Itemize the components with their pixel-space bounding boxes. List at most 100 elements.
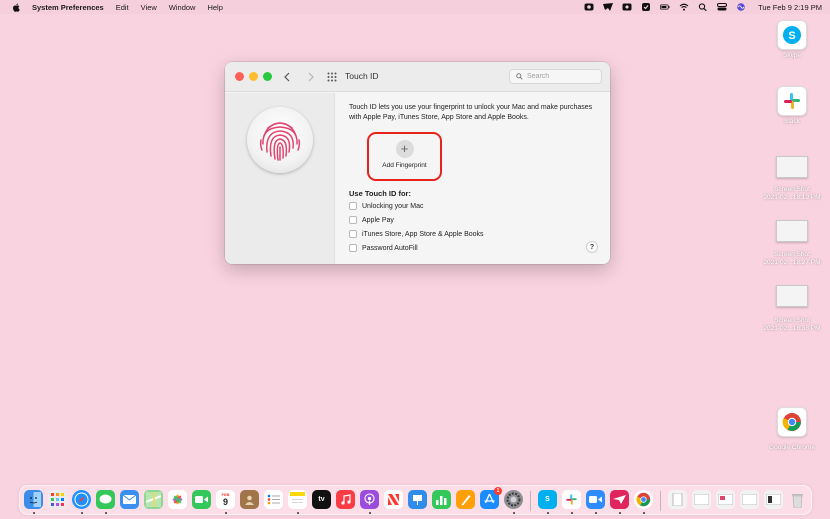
option-unlocking-mac[interactable]: Unlocking your Mac bbox=[349, 202, 423, 210]
downloads-stack-icon[interactable] bbox=[668, 490, 687, 509]
safari-icon[interactable] bbox=[72, 490, 91, 509]
vpn-shield-icon[interactable] bbox=[603, 3, 614, 11]
pages-icon[interactable] bbox=[456, 490, 475, 509]
news-icon[interactable] bbox=[384, 490, 403, 509]
screenshot-thumbnail bbox=[776, 220, 808, 242]
control-center-icon[interactable] bbox=[717, 3, 728, 11]
slack-app-icon bbox=[777, 86, 807, 116]
messages-icon[interactable] bbox=[96, 490, 115, 509]
apple-menu-icon[interactable] bbox=[12, 2, 20, 12]
maps-icon[interactable] bbox=[144, 490, 163, 509]
facetime-icon[interactable] bbox=[192, 490, 211, 509]
unlocking-mac-checkbox[interactable] bbox=[349, 202, 357, 210]
help-button[interactable]: ? bbox=[586, 241, 598, 253]
menu-clock[interactable]: Tue Feb 9 2:19 PM bbox=[758, 3, 822, 12]
menu-edit[interactable]: Edit bbox=[116, 3, 129, 12]
minimize-window-button[interactable] bbox=[249, 72, 258, 81]
launchpad-icon[interactable] bbox=[48, 490, 67, 509]
forward-button[interactable] bbox=[305, 70, 317, 84]
calendar-icon[interactable]: FEB 9 bbox=[216, 490, 235, 509]
skype-dock-icon[interactable]: S bbox=[538, 490, 557, 509]
close-window-button[interactable] bbox=[235, 72, 244, 81]
app-store-icon[interactable]: 1 bbox=[480, 487, 502, 509]
desktop-icon-screenshot-2[interactable]: Screen Shot 2021-02...18.27 PM bbox=[758, 220, 826, 267]
photos-icon[interactable] bbox=[168, 490, 187, 509]
desktop-icon-chrome[interactable]: Google Chrome bbox=[762, 407, 822, 452]
focus-moon-icon[interactable] bbox=[622, 3, 632, 11]
apple-tv-icon[interactable]: tv bbox=[312, 490, 331, 509]
svg-text:S: S bbox=[788, 30, 795, 42]
notes-icon[interactable] bbox=[288, 490, 307, 509]
apple-pay-label: Apple Pay bbox=[362, 216, 394, 224]
system-preferences-icon[interactable] bbox=[504, 490, 523, 509]
option-apple-pay[interactable]: Apple Pay bbox=[349, 216, 394, 224]
keynote-icon[interactable] bbox=[408, 490, 427, 509]
password-autofill-label: Password AutoFill bbox=[362, 244, 418, 252]
back-button[interactable] bbox=[281, 70, 293, 84]
slack-label: Slack bbox=[784, 118, 800, 125]
add-fingerprint-button[interactable]: + Add Fingerprint bbox=[367, 132, 442, 181]
numbers-icon[interactable] bbox=[432, 490, 451, 509]
podcasts-icon[interactable] bbox=[360, 490, 379, 509]
use-touch-id-heading: Use Touch ID for: bbox=[349, 189, 411, 198]
screenshot-1-label-line2: 2021-02...18.19 PM bbox=[763, 194, 821, 201]
content-pane: Touch ID lets you use your fingerprint t… bbox=[336, 93, 610, 264]
screenshot-thumbnail bbox=[776, 156, 808, 178]
recent-document-icon-1[interactable] bbox=[692, 490, 711, 509]
mail-icon[interactable] bbox=[120, 490, 139, 509]
stores-label: iTunes Store, App Store & Apple Books bbox=[362, 230, 484, 238]
menu-window[interactable]: Window bbox=[169, 3, 196, 12]
touch-id-window: Touch ID Search Touch ID lets you use yo… bbox=[225, 62, 610, 264]
siri-icon[interactable] bbox=[736, 3, 746, 11]
sidebar-pane bbox=[225, 93, 335, 264]
desktop-icon-screenshot-3[interactable]: Screen Shot 2021-02...18.38 PM bbox=[758, 285, 826, 333]
screenshot-3-label-line2: 2021-02...18.38 PM bbox=[763, 325, 821, 332]
airmail-icon[interactable] bbox=[610, 490, 629, 509]
touch-id-description: Touch ID lets you use your fingerprint t… bbox=[349, 104, 593, 121]
chrome-dock-icon[interactable] bbox=[634, 490, 653, 509]
stores-checkbox[interactable] bbox=[349, 230, 357, 238]
plus-icon: + bbox=[395, 140, 414, 158]
skype-app-icon: S bbox=[777, 20, 807, 50]
reminders-icon[interactable] bbox=[264, 490, 283, 509]
music-icon[interactable] bbox=[336, 490, 355, 509]
chrome-label: Google Chrome bbox=[769, 444, 815, 451]
screenshot-2-label-line1: Screen Shot bbox=[774, 251, 810, 258]
zoom-window-button[interactable] bbox=[263, 72, 272, 81]
recent-document-icon-4[interactable] bbox=[764, 490, 783, 509]
recent-document-icon-3[interactable] bbox=[740, 490, 759, 509]
chevron-left-icon bbox=[284, 72, 290, 82]
contacts-icon[interactable] bbox=[240, 490, 259, 509]
trash-icon[interactable] bbox=[788, 490, 807, 509]
battery-icon[interactable] bbox=[660, 3, 670, 11]
slack-dock-icon[interactable] bbox=[562, 490, 581, 509]
spotlight-search-icon[interactable] bbox=[698, 3, 708, 11]
apple-pay-checkbox[interactable] bbox=[349, 216, 357, 224]
window-titlebar[interactable]: Touch ID bbox=[225, 62, 610, 92]
finder-icon[interactable] bbox=[24, 490, 43, 509]
window-title: Touch ID bbox=[345, 71, 379, 81]
option-password-autofill[interactable]: Password AutoFill bbox=[349, 244, 418, 252]
skype-label: Skype bbox=[782, 52, 802, 59]
search-icon bbox=[516, 73, 523, 80]
zoom-icon[interactable] bbox=[586, 490, 605, 509]
screenshot-thumbnail bbox=[776, 285, 808, 307]
screenshot-2-label-line2: 2021-02...18.27 PM bbox=[763, 259, 821, 266]
screenshot-1-label-line1: Screen Shot bbox=[774, 186, 810, 193]
screen-record-icon[interactable] bbox=[584, 3, 594, 11]
menu-help[interactable]: Help bbox=[207, 3, 222, 12]
option-stores[interactable]: iTunes Store, App Store & Apple Books bbox=[349, 230, 484, 238]
desktop-icon-skype[interactable]: S Skype bbox=[774, 20, 810, 60]
menu-view[interactable]: View bbox=[141, 3, 157, 12]
show-all-grid-icon[interactable] bbox=[327, 72, 337, 82]
search-field[interactable] bbox=[509, 69, 602, 84]
password-autofill-checkbox[interactable] bbox=[349, 244, 357, 252]
recent-document-icon-2[interactable] bbox=[716, 490, 735, 509]
checkmark-app-icon[interactable] bbox=[641, 3, 651, 11]
wifi-icon[interactable] bbox=[679, 3, 689, 11]
search-input[interactable] bbox=[527, 73, 597, 80]
desktop-icon-screenshot-1[interactable]: Screen Shot 2021-02...18.19 PM bbox=[758, 156, 826, 202]
unlocking-mac-label: Unlocking your Mac bbox=[362, 202, 424, 210]
menu-app-name[interactable]: System Preferences bbox=[32, 3, 104, 12]
desktop-icon-slack[interactable]: Slack bbox=[774, 86, 810, 126]
